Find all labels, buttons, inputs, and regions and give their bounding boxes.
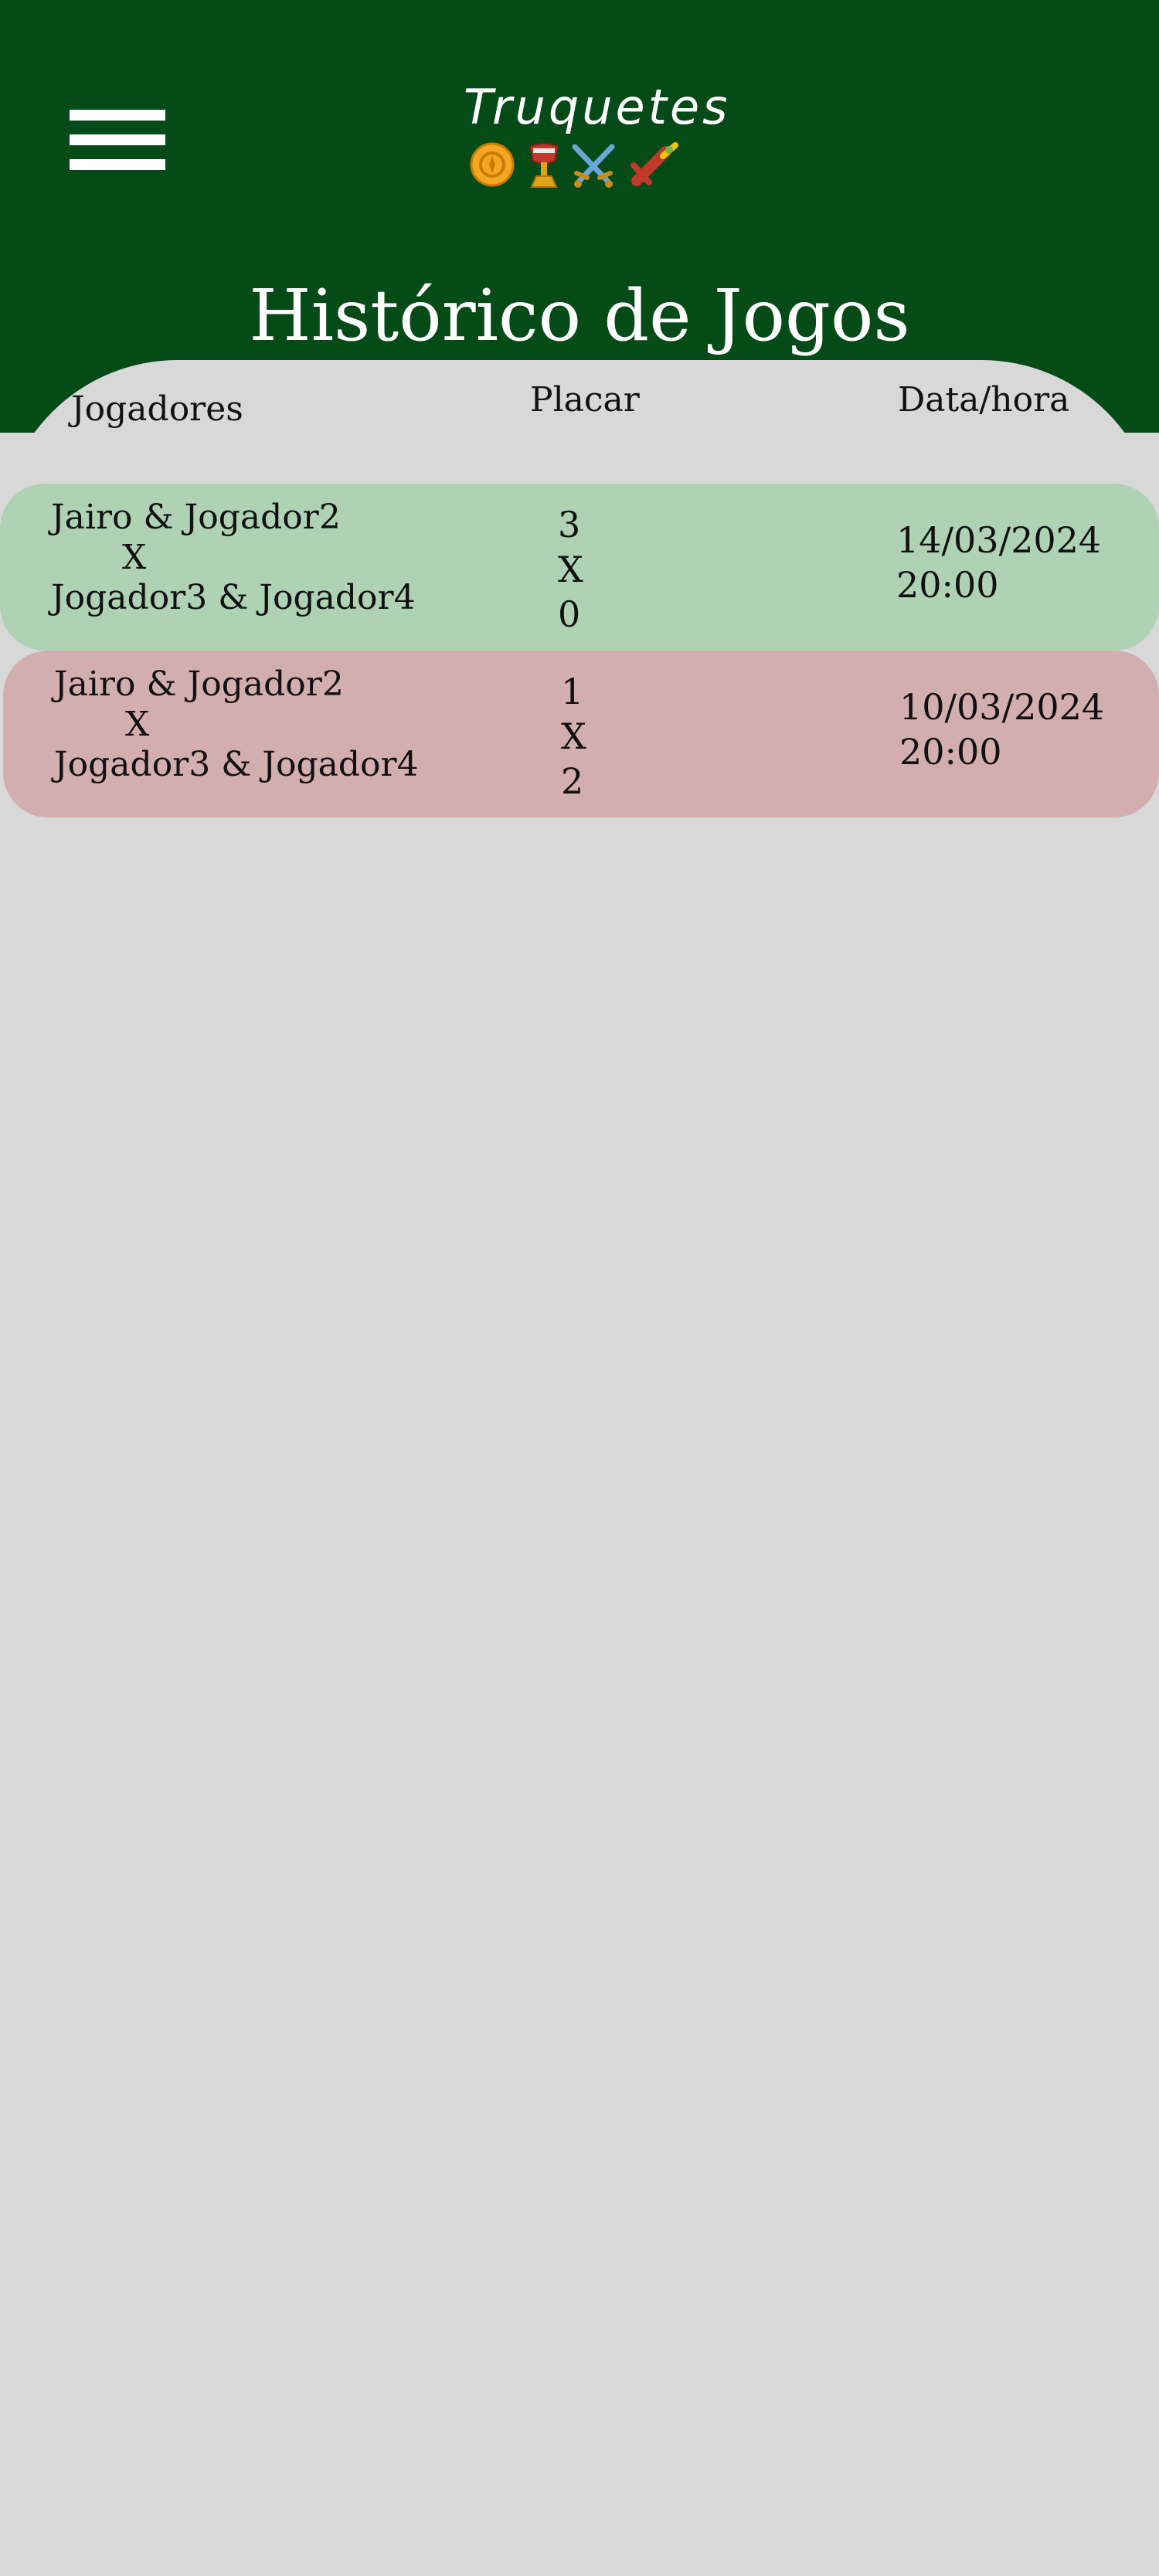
column-header-score: Placar xyxy=(530,380,640,420)
game-row[interactable]: Jairo & Jogador2 X Jogador3 & Jogador4 1… xyxy=(3,651,1159,817)
game-time: 20:00 xyxy=(899,731,1002,773)
team-1-label: Jairo & Jogador2 xyxy=(51,498,341,537)
score-separator: X xyxy=(561,715,586,757)
team-1-score: 3 xyxy=(558,504,581,545)
game-score: 1 X 2 xyxy=(561,669,623,804)
team-2-score: 0 xyxy=(558,593,581,635)
team-2-score: 2 xyxy=(561,760,584,802)
column-header-datetime: Data/hora xyxy=(898,380,1070,420)
logo-text: Truquetes xyxy=(464,79,731,135)
score-separator: X xyxy=(558,549,583,590)
versus-label: X xyxy=(122,538,147,577)
game-date: 10/03/2024 xyxy=(899,686,1105,728)
team-2-label: Jogador3 & Jogador4 xyxy=(51,578,416,617)
team-1-score: 1 xyxy=(561,671,584,712)
game-score: 3 X 0 xyxy=(558,502,620,637)
game-time: 20:00 xyxy=(896,564,999,606)
game-date: 14/03/2024 xyxy=(896,519,1102,561)
game-teams: Jairo & Jogador2 X Jogador3 & Jogador4 xyxy=(51,498,484,618)
page-title: Histórico de Jogos xyxy=(249,274,910,357)
game-datetime: 14/03/2024 20:00 xyxy=(896,518,1144,607)
column-header-players: Jogadores xyxy=(71,389,243,429)
club-icon xyxy=(630,142,678,186)
gold-coin-icon xyxy=(470,142,515,187)
team-1-label: Jairo & Jogador2 xyxy=(54,664,344,704)
versus-label: X xyxy=(125,705,150,744)
cup-icon xyxy=(529,143,559,188)
game-row[interactable]: Jairo & Jogador2 X Jogador3 & Jogador4 3… xyxy=(0,484,1159,651)
crossed-swords-icon xyxy=(572,144,615,188)
team-2-label: Jogador3 & Jogador4 xyxy=(54,745,419,784)
game-datetime: 10/03/2024 20:00 xyxy=(899,685,1147,774)
game-teams: Jairo & Jogador2 X Jogador3 & Jogador4 xyxy=(54,664,487,785)
app-logo: Truquetes xyxy=(464,74,731,198)
logo-icons xyxy=(464,142,695,196)
menu-button[interactable] xyxy=(66,107,168,176)
